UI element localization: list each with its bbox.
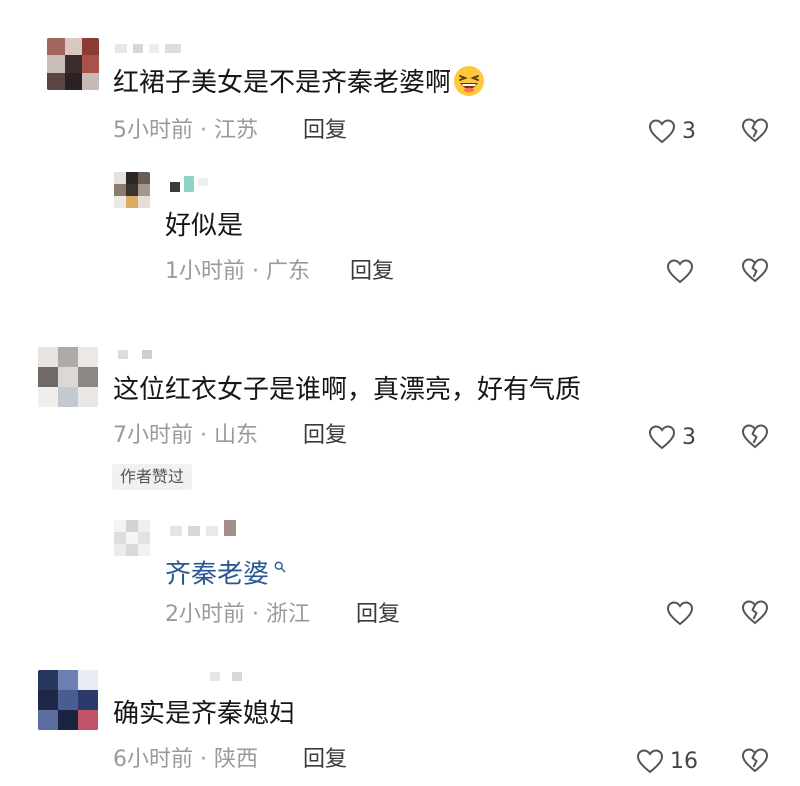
reply-button[interactable]: 回复 — [303, 421, 347, 451]
avatar[interactable] — [38, 670, 98, 730]
grinning-squint-face-icon — [453, 65, 485, 97]
comment-text: 确实是齐秦媳妇 — [113, 699, 296, 729]
like-count: 3 — [682, 424, 696, 450]
like-button[interactable]: 16 — [636, 746, 698, 776]
comment-time-location: 7小时前 · 山东 — [113, 423, 258, 448]
mention-link[interactable]: 齐秦老婆 — [165, 560, 269, 590]
heart-outline-icon — [636, 749, 664, 774]
username-blurred[interactable] — [115, 44, 195, 58]
like-button[interactable]: 3 — [648, 116, 696, 146]
like-count: 16 — [670, 748, 698, 774]
username-blurred[interactable] — [170, 520, 250, 540]
reply-button[interactable]: 回复 — [303, 116, 347, 146]
reply-time-location: 2小时前 · 浙江 — [165, 602, 310, 627]
username-blurred[interactable] — [170, 174, 230, 194]
comment-text: 红裙子美女是不是齐秦老婆啊 — [113, 65, 485, 101]
heart-outline-icon — [666, 601, 694, 626]
author-liked-badge: 作者赞过 — [112, 464, 193, 490]
heart-outline-icon — [648, 119, 676, 144]
username-blurred[interactable] — [210, 672, 250, 686]
avatar[interactable] — [114, 520, 150, 556]
dislike-button[interactable] — [741, 422, 769, 450]
reply-button[interactable]: 回复 — [356, 600, 400, 630]
like-button[interactable] — [666, 256, 700, 286]
dislike-button[interactable] — [741, 256, 769, 284]
comment-time-location: 6小时前 · 陕西 — [113, 747, 258, 772]
dislike-button[interactable] — [741, 116, 769, 144]
dislike-button[interactable] — [741, 598, 769, 626]
broken-heart-icon — [741, 424, 769, 449]
avatar[interactable] — [38, 347, 98, 407]
broken-heart-icon — [741, 600, 769, 625]
comment-text: 这位红衣女子是谁啊，真漂亮，好有气质 — [113, 375, 582, 405]
like-button[interactable] — [666, 598, 700, 628]
broken-heart-icon — [741, 258, 769, 283]
comment-time-location: 5小时前 · 江苏 — [113, 118, 258, 143]
broken-heart-icon — [741, 748, 769, 773]
avatar[interactable] — [114, 172, 150, 208]
reply-time-location: 1小时前 · 广东 — [165, 259, 310, 284]
reply-text: 齐秦老婆 — [165, 552, 286, 593]
search-icon[interactable] — [270, 561, 286, 577]
broken-heart-icon — [741, 118, 769, 143]
like-button[interactable]: 3 — [648, 422, 696, 452]
reply-text: 好似是 — [165, 211, 244, 241]
like-count: 3 — [682, 118, 696, 144]
reply-button[interactable]: 回复 — [350, 257, 394, 287]
reply-button[interactable]: 回复 — [303, 745, 347, 775]
heart-outline-icon — [666, 259, 694, 284]
username-blurred[interactable] — [118, 350, 168, 364]
heart-outline-icon — [648, 425, 676, 450]
avatar[interactable] — [47, 38, 99, 90]
dislike-button[interactable] — [741, 746, 769, 774]
